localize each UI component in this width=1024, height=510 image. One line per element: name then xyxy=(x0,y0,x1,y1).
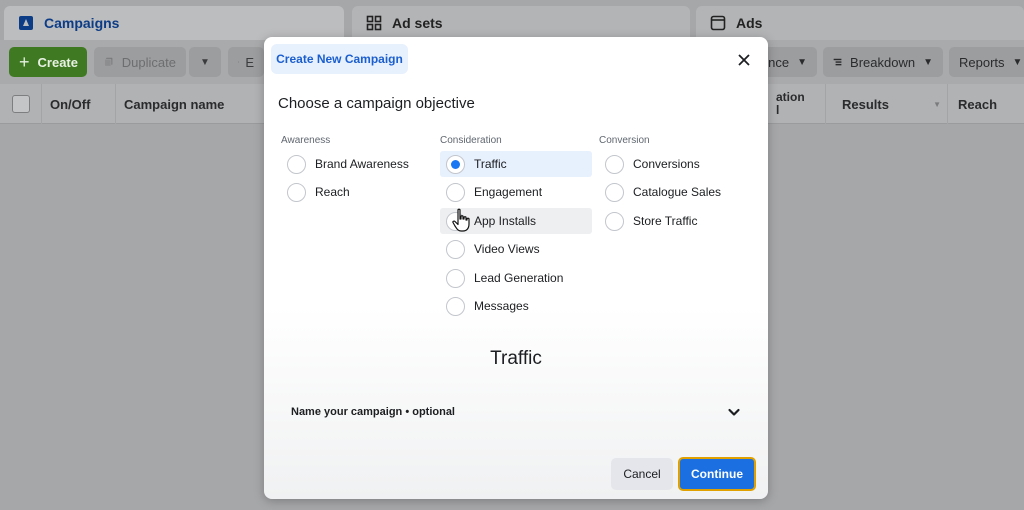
hand-pointer-icon xyxy=(452,208,470,232)
column-header-campaign-name[interactable]: Campaign name xyxy=(116,84,266,124)
objective-video-views[interactable]: Video Views xyxy=(440,236,592,262)
objective-label: Catalogue Sales xyxy=(633,185,722,199)
column-header-onoff[interactable]: On/Off xyxy=(42,84,116,124)
tab-campaigns[interactable]: Campaigns xyxy=(4,6,344,40)
breakdown-icon xyxy=(833,58,842,66)
optimisation-label-line2: l xyxy=(776,103,780,117)
select-all-cell xyxy=(0,84,42,124)
tab-ad-sets-label: Ad sets xyxy=(392,15,443,31)
objective-catalogue-sales[interactable]: Catalogue Sales xyxy=(599,179,749,205)
optimisation-label-line1: ation xyxy=(776,90,805,104)
create-button-label: Create xyxy=(37,54,78,70)
duplicate-dropdown-button[interactable]: ▼ xyxy=(189,47,221,77)
objective-conversions[interactable]: Conversions xyxy=(599,151,749,177)
sort-icon: ▼ xyxy=(933,99,941,109)
chevron-down-icon[interactable] xyxy=(727,405,741,419)
radio-button[interactable] xyxy=(605,154,624,174)
close-icon[interactable] xyxy=(734,50,754,70)
breakdown-button[interactable]: Breakdown ▼ xyxy=(823,47,943,77)
duplicate-button[interactable]: Duplicate xyxy=(94,47,186,77)
column-header-optimisation[interactable]: ation l xyxy=(768,84,826,124)
objective-lead-generation[interactable]: Lead Generation xyxy=(440,265,592,291)
window-icon xyxy=(710,15,726,31)
radio-button[interactable] xyxy=(287,182,306,202)
objective-label: Lead Generation xyxy=(474,271,564,285)
column-label-awareness: Awareness xyxy=(281,135,331,146)
campaign-level-tabs: Campaigns Ad sets Ads xyxy=(0,0,1024,40)
radio-button[interactable] xyxy=(446,239,465,259)
tab-ad-sets[interactable]: Ad sets xyxy=(352,6,690,40)
objective-messages[interactable]: Messages xyxy=(440,293,592,319)
objective-reach[interactable]: Reach xyxy=(281,179,421,205)
objective-label: Traffic xyxy=(474,157,507,171)
create-campaign-dialog: Create New Campaign Choose a campaign ob… xyxy=(264,37,768,499)
pencil-icon xyxy=(238,61,240,63)
caret-down-icon: ▼ xyxy=(200,56,210,68)
objective-store-traffic[interactable]: Store Traffic xyxy=(599,208,749,234)
objective-label: Reach xyxy=(315,185,350,199)
objective-label: App Installs xyxy=(474,214,537,228)
tab-ads[interactable]: Ads xyxy=(696,6,1024,40)
continue-button[interactable]: Continue xyxy=(678,457,756,491)
edit-button[interactable]: E xyxy=(228,47,264,77)
tab-ads-label: Ads xyxy=(736,15,763,31)
radio-button[interactable] xyxy=(446,182,465,202)
campaign-folder-icon xyxy=(19,16,33,30)
column-header-results[interactable]: Results ▼ xyxy=(826,84,948,124)
objective-brand-awareness[interactable]: Brand Awareness xyxy=(281,151,421,177)
radio-button[interactable] xyxy=(605,211,624,231)
radio-button[interactable] xyxy=(446,296,465,316)
reports-button[interactable]: Reports ▼ xyxy=(949,47,1024,77)
tab-create-new-campaign[interactable]: Create New Campaign xyxy=(271,44,408,74)
cancel-button[interactable]: Cancel xyxy=(611,458,673,490)
selected-objective-title: Traffic xyxy=(490,348,542,369)
objective-label: Messages xyxy=(474,299,529,313)
name-campaign-section[interactable]: Name your campaign • optional xyxy=(291,402,741,422)
objective-engagement[interactable]: Engagement xyxy=(440,179,592,205)
dialog-heading: Choose a campaign objective xyxy=(278,95,475,112)
column-label-conversion: Conversion xyxy=(599,135,650,146)
reports-button-label: Reports xyxy=(959,54,1005,70)
create-button[interactable]: + Create xyxy=(9,47,87,77)
plus-icon: + xyxy=(19,51,30,72)
name-campaign-label: Name your campaign • optional xyxy=(291,406,455,418)
tab-campaigns-label: Campaigns xyxy=(44,15,120,31)
duplicate-icon xyxy=(104,57,113,67)
breakdown-button-label: Breakdown xyxy=(850,54,916,70)
objective-traffic[interactable]: Traffic xyxy=(440,151,592,177)
radio-button[interactable] xyxy=(446,268,465,288)
caret-down-icon: ▼ xyxy=(1012,56,1023,68)
objective-label: Video Views xyxy=(474,242,540,256)
radio-button-selected[interactable] xyxy=(446,154,465,174)
column-header-optimisation-label: ation l xyxy=(776,91,805,117)
column-header-reach[interactable]: Reach xyxy=(948,84,1024,124)
objective-label: Conversions xyxy=(633,157,700,171)
objective-label: Brand Awareness xyxy=(315,157,409,171)
select-all-checkbox[interactable] xyxy=(11,95,30,113)
radio-button[interactable] xyxy=(605,182,624,202)
caret-down-icon: ▼ xyxy=(797,56,807,68)
column-header-results-label: Results xyxy=(842,96,889,112)
edit-button-label: E xyxy=(245,54,254,70)
objective-label: Store Traffic xyxy=(633,214,698,228)
column-label-consideration: Consideration xyxy=(440,135,502,146)
caret-down-icon: ▼ xyxy=(923,56,933,68)
duplicate-button-label: Duplicate xyxy=(121,54,176,70)
grid-icon xyxy=(366,15,382,31)
objective-label: Engagement xyxy=(474,185,543,199)
radio-button[interactable] xyxy=(287,154,306,174)
